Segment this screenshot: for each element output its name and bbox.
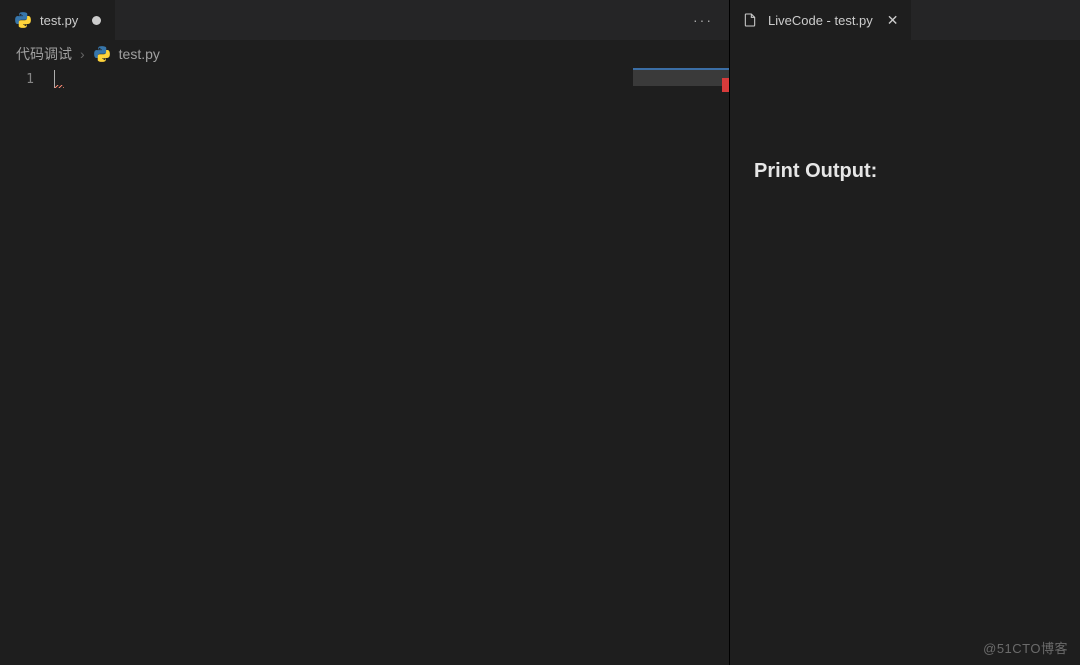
- line-number: 1: [0, 70, 34, 90]
- print-output-heading: Print Output:: [754, 160, 1056, 183]
- dirty-indicator-icon: [92, 16, 101, 25]
- breadcrumb-file[interactable]: test.py: [119, 46, 160, 62]
- livecode-tab-bar: LiveCode - test.py ✕: [730, 0, 1080, 40]
- chevron-right-icon: ›: [80, 46, 85, 62]
- editor-body: 1: [0, 68, 729, 665]
- close-icon[interactable]: ✕: [887, 12, 899, 29]
- livecode-tab-title: LiveCode - test.py: [768, 13, 873, 28]
- python-icon: [93, 45, 111, 63]
- code-area[interactable]: [54, 68, 729, 665]
- file-icon: [742, 12, 758, 28]
- editor-tab-actions: ···: [693, 0, 729, 40]
- editor-pane: test.py ··· 代码调试 › test.py 1: [0, 0, 730, 665]
- livecode-content: Print Output:: [730, 40, 1080, 665]
- editor-tab-bar: test.py ···: [0, 0, 729, 40]
- line-gutter: 1: [0, 68, 54, 665]
- editor-tab-testpy[interactable]: test.py: [0, 0, 116, 40]
- error-squiggle-icon: [54, 85, 64, 88]
- editor-tab-label: test.py: [40, 13, 78, 28]
- watermark-text: @51CTO博客: [983, 638, 1068, 657]
- livecode-pane: LiveCode - test.py ✕ Print Output:: [730, 0, 1080, 665]
- overview-ruler[interactable]: [716, 68, 729, 665]
- breadcrumb-folder[interactable]: 代码调试: [16, 44, 72, 64]
- livecode-tab[interactable]: LiveCode - test.py ✕: [730, 0, 911, 40]
- code-line-1[interactable]: [54, 70, 729, 90]
- python-icon: [14, 11, 32, 29]
- breadcrumb: 代码调试 › test.py: [0, 40, 729, 68]
- more-actions-icon[interactable]: ···: [693, 12, 713, 28]
- minimap-viewport[interactable]: [633, 68, 729, 86]
- error-marker-icon: [722, 78, 729, 92]
